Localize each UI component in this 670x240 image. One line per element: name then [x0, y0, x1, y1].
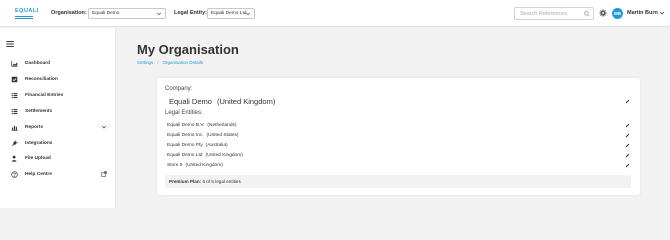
company-name: Equali Demo (United Kingdom)	[169, 97, 275, 106]
edit-company-pencil-icon[interactable]	[625, 99, 630, 104]
list-icon	[11, 93, 18, 99]
sidebar-item-help-centre[interactable]: Help Centre	[0, 170, 116, 181]
breadcrumb-settings[interactable]: Settings	[137, 60, 153, 65]
page-title: My Organisation	[137, 42, 239, 57]
legal-entities-label: Legal Entities:	[165, 110, 203, 116]
breadcrumb: Settings / Organisation Details	[137, 60, 203, 65]
equali-logo[interactable]: EQUALI	[15, 8, 39, 20]
bar-chart-icon	[11, 125, 18, 131]
edit-entity-pencil-icon[interactable]	[625, 143, 630, 148]
sidebar-item-reports[interactable]: Reports	[0, 123, 116, 134]
search-input[interactable]: Search References	[514, 7, 594, 20]
sidebar-item-reconciliation[interactable]: Reconciliation	[0, 75, 116, 86]
entity-name: Equali Demo Inc.	[167, 133, 204, 138]
sidebar-item-settlements[interactable]: Settlements	[0, 107, 116, 118]
sidebar-item-financial-entries[interactable]: Financial Entries	[0, 91, 116, 102]
organisation-label: Organisation:	[51, 10, 87, 16]
entity-country: (United Kingdom)	[185, 163, 223, 168]
user-upload-icon	[11, 155, 17, 162]
edit-entity-pencil-icon[interactable]	[625, 123, 630, 128]
entity-name: Equali Demo B.V.	[167, 123, 205, 128]
hamburger-menu-icon[interactable]	[6, 41, 14, 47]
breadcrumb-separator: /	[157, 60, 159, 65]
gear-icon[interactable]	[599, 9, 607, 17]
list-icon	[11, 109, 18, 115]
search-icon	[584, 11, 590, 17]
plug-icon	[12, 140, 18, 146]
sidebar: Dashboard Reconciliation Financial Entri…	[0, 28, 116, 208]
entity-country: (Netherlands)	[207, 123, 237, 128]
legal-entity-select-value: Equali Demo Ltd	[211, 11, 247, 16]
edit-entity-pencil-icon[interactable]	[625, 153, 630, 158]
entity-name: Store 5	[167, 163, 183, 168]
company-name-text: Equali Demo	[169, 97, 212, 106]
legal-entity-row: Equali Demo B.V. (Netherlands)	[167, 123, 236, 128]
plan-label: Premium Plan:	[169, 179, 202, 184]
entity-name: Equali Demo Pty	[167, 143, 203, 148]
sidebar-item-dashboard[interactable]: Dashboard	[0, 59, 116, 70]
sidebar-item-label: Help Centre	[25, 172, 52, 177]
sidebar-item-label: Integrations	[25, 141, 53, 146]
sidebar-item-label: Financial Entries	[25, 93, 64, 98]
external-link-icon[interactable]	[101, 171, 107, 177]
avatar[interactable]: MB	[612, 8, 623, 19]
entity-country: (Australia)	[205, 143, 228, 148]
legal-entity-select[interactable]: Equali Demo Ltd	[207, 8, 255, 19]
sidebar-item-label: Dashboard	[25, 61, 51, 66]
edit-entity-pencil-icon[interactable]	[625, 163, 630, 168]
top-bar: EQUALI Organisation: Equali Demo Legal E…	[0, 0, 670, 27]
organisation-select[interactable]: Equali Demo	[88, 8, 166, 19]
chevron-down-icon[interactable]	[101, 124, 107, 130]
plan-text: 5 of 5 legal entities	[202, 179, 241, 184]
legal-entity-row: Equali Demo Ltd (United Kingdom)	[167, 153, 243, 158]
logo-text: EQUALI	[15, 8, 39, 14]
chevron-down-icon	[245, 12, 251, 16]
sidebar-item-file-upload[interactable]: File Upload	[0, 154, 116, 165]
entity-name: Equali Demo Ltd	[167, 153, 203, 158]
breadcrumb-organisation-details[interactable]: Organisation Details	[163, 60, 204, 65]
chevron-down-icon	[156, 12, 162, 16]
sidebar-item-label: Reconciliation	[25, 77, 58, 82]
plan-info: Premium Plan: 5 of 5 legal entities	[169, 179, 241, 184]
entity-country: (United States)	[206, 133, 239, 138]
help-icon	[11, 171, 18, 178]
sidebar-item-label: File Upload	[25, 156, 51, 161]
organisation-select-value: Equali Demo	[92, 11, 120, 16]
chevron-down-icon[interactable]	[659, 10, 665, 16]
legal-entity-row: Store 5 (United Kingdom)	[167, 163, 223, 168]
checkbox-icon	[11, 76, 18, 83]
sidebar-item-label: Reports	[25, 125, 44, 130]
logo-lines	[15, 16, 35, 19]
legal-entity-row: Equali Demo Pty (Australia)	[167, 143, 228, 148]
plan-info-bar: Premium Plan: 5 of 5 legal entities	[165, 175, 631, 188]
entity-country: (United Kingdom)	[205, 153, 243, 158]
legal-entity-label: Legal Entity:	[174, 10, 208, 16]
edit-entity-pencil-icon[interactable]	[625, 133, 630, 138]
area-chart-icon	[11, 60, 18, 67]
organisation-card: Company: Equali Demo (United Kingdom) Leg…	[157, 78, 640, 195]
sidebar-item-integrations[interactable]: Integrations	[0, 139, 116, 150]
company-label: Company:	[165, 86, 193, 92]
legal-entity-row: Equali Demo Inc. (United States)	[167, 133, 239, 138]
search-placeholder: Search References	[520, 11, 568, 17]
sidebar-item-label: Settlements	[25, 109, 53, 114]
user-name[interactable]: Martin Burn	[627, 10, 658, 16]
company-country: (United Kingdom)	[216, 97, 276, 106]
